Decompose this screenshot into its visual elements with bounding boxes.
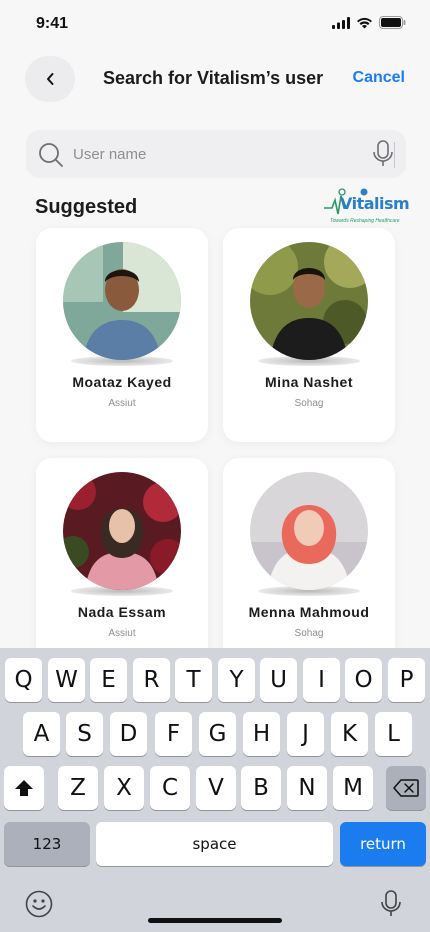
cancel-button[interactable]: Cancel (353, 69, 405, 87)
key-v[interactable]: V (196, 766, 236, 810)
delete-backward-icon (393, 779, 419, 797)
battery-icon (379, 16, 406, 29)
logo-tagline: Towards Reshaping Healthcare (330, 218, 400, 224)
key-a[interactable]: A (23, 712, 60, 756)
back-button[interactable] (25, 56, 75, 102)
emoji-icon[interactable] (25, 890, 53, 918)
key-x[interactable]: X (104, 766, 144, 810)
chevron-left-icon (47, 73, 54, 85)
shift-key[interactable] (4, 766, 44, 810)
key-p[interactable]: P (388, 658, 425, 702)
avatar (250, 472, 368, 590)
search-divider (394, 142, 395, 168)
wifi-icon (357, 17, 372, 28)
avatar (63, 472, 181, 590)
microphone-icon[interactable] (372, 140, 394, 168)
key-r[interactable]: R (133, 658, 170, 702)
key-j[interactable]: J (287, 712, 324, 756)
key-k[interactable]: K (331, 712, 368, 756)
key-m[interactable]: M (333, 766, 373, 810)
key-c[interactable]: C (150, 766, 190, 810)
avatar (250, 242, 368, 360)
status-bar: 9:41 (0, 0, 430, 48)
backspace-key[interactable] (386, 766, 426, 810)
key-w[interactable]: W (48, 658, 85, 702)
user-card[interactable]: Nada Essam Assiut (36, 458, 208, 672)
user-city: Assiut (108, 628, 136, 639)
key-g[interactable]: G (199, 712, 236, 756)
shift-arrow-icon (15, 780, 33, 796)
numbers-key[interactable]: 123 (4, 822, 90, 866)
key-o[interactable]: O (345, 658, 382, 702)
user-city: Sohag (294, 398, 324, 409)
key-i[interactable]: I (303, 658, 340, 702)
key-t[interactable]: T (175, 658, 212, 702)
dictation-microphone-icon[interactable] (381, 890, 401, 918)
key-e[interactable]: E (90, 658, 127, 702)
key-s[interactable]: S (66, 712, 103, 756)
return-key[interactable]: return (340, 822, 426, 866)
header: Search for Vitalism’s user Cancel (0, 54, 430, 102)
home-indicator[interactable] (148, 918, 282, 923)
user-name: Nada Essam (77, 604, 167, 620)
user-card[interactable]: Mina Nashet Sohag (223, 228, 395, 442)
user-name: Mina Nashet (265, 374, 353, 390)
key-d[interactable]: D (110, 712, 147, 756)
key-u[interactable]: U (260, 658, 297, 702)
key-q[interactable]: Q (5, 658, 42, 702)
key-f[interactable]: F (155, 712, 192, 756)
cellular-signal-icon (332, 16, 350, 29)
user-name: Moataz Kayed (72, 374, 172, 390)
avatar (63, 242, 181, 360)
section-title: Suggested (35, 196, 138, 218)
vitalism-logo: Vitalism Towards Reshaping Healthcare (324, 186, 410, 228)
search-input[interactable] (73, 140, 353, 168)
user-card[interactable]: Menna Mahmoud Sohag (223, 458, 395, 672)
user-city: Assiut (108, 398, 136, 409)
key-b[interactable]: B (241, 766, 281, 810)
search-icon (39, 143, 63, 167)
user-name: Menna Mahmoud (248, 604, 370, 620)
key-h[interactable]: H (243, 712, 280, 756)
status-time: 9:41 (36, 15, 69, 32)
keyboard: Q W E R T Y U I O P A S D F G H J K L Z … (0, 648, 430, 932)
logo-text: Vitalism (340, 194, 410, 213)
search-bar[interactable] (26, 130, 406, 178)
key-l[interactable]: L (375, 712, 412, 756)
page-title: Search for Vitalism’s user (103, 68, 324, 88)
key-n[interactable]: N (287, 766, 327, 810)
status-icons (332, 16, 406, 29)
key-y[interactable]: Y (218, 658, 255, 702)
user-card[interactable]: Moataz Kayed Assiut (36, 228, 208, 442)
space-key[interactable]: space (96, 822, 333, 866)
user-city: Sohag (294, 628, 324, 639)
key-z[interactable]: Z (58, 766, 98, 810)
